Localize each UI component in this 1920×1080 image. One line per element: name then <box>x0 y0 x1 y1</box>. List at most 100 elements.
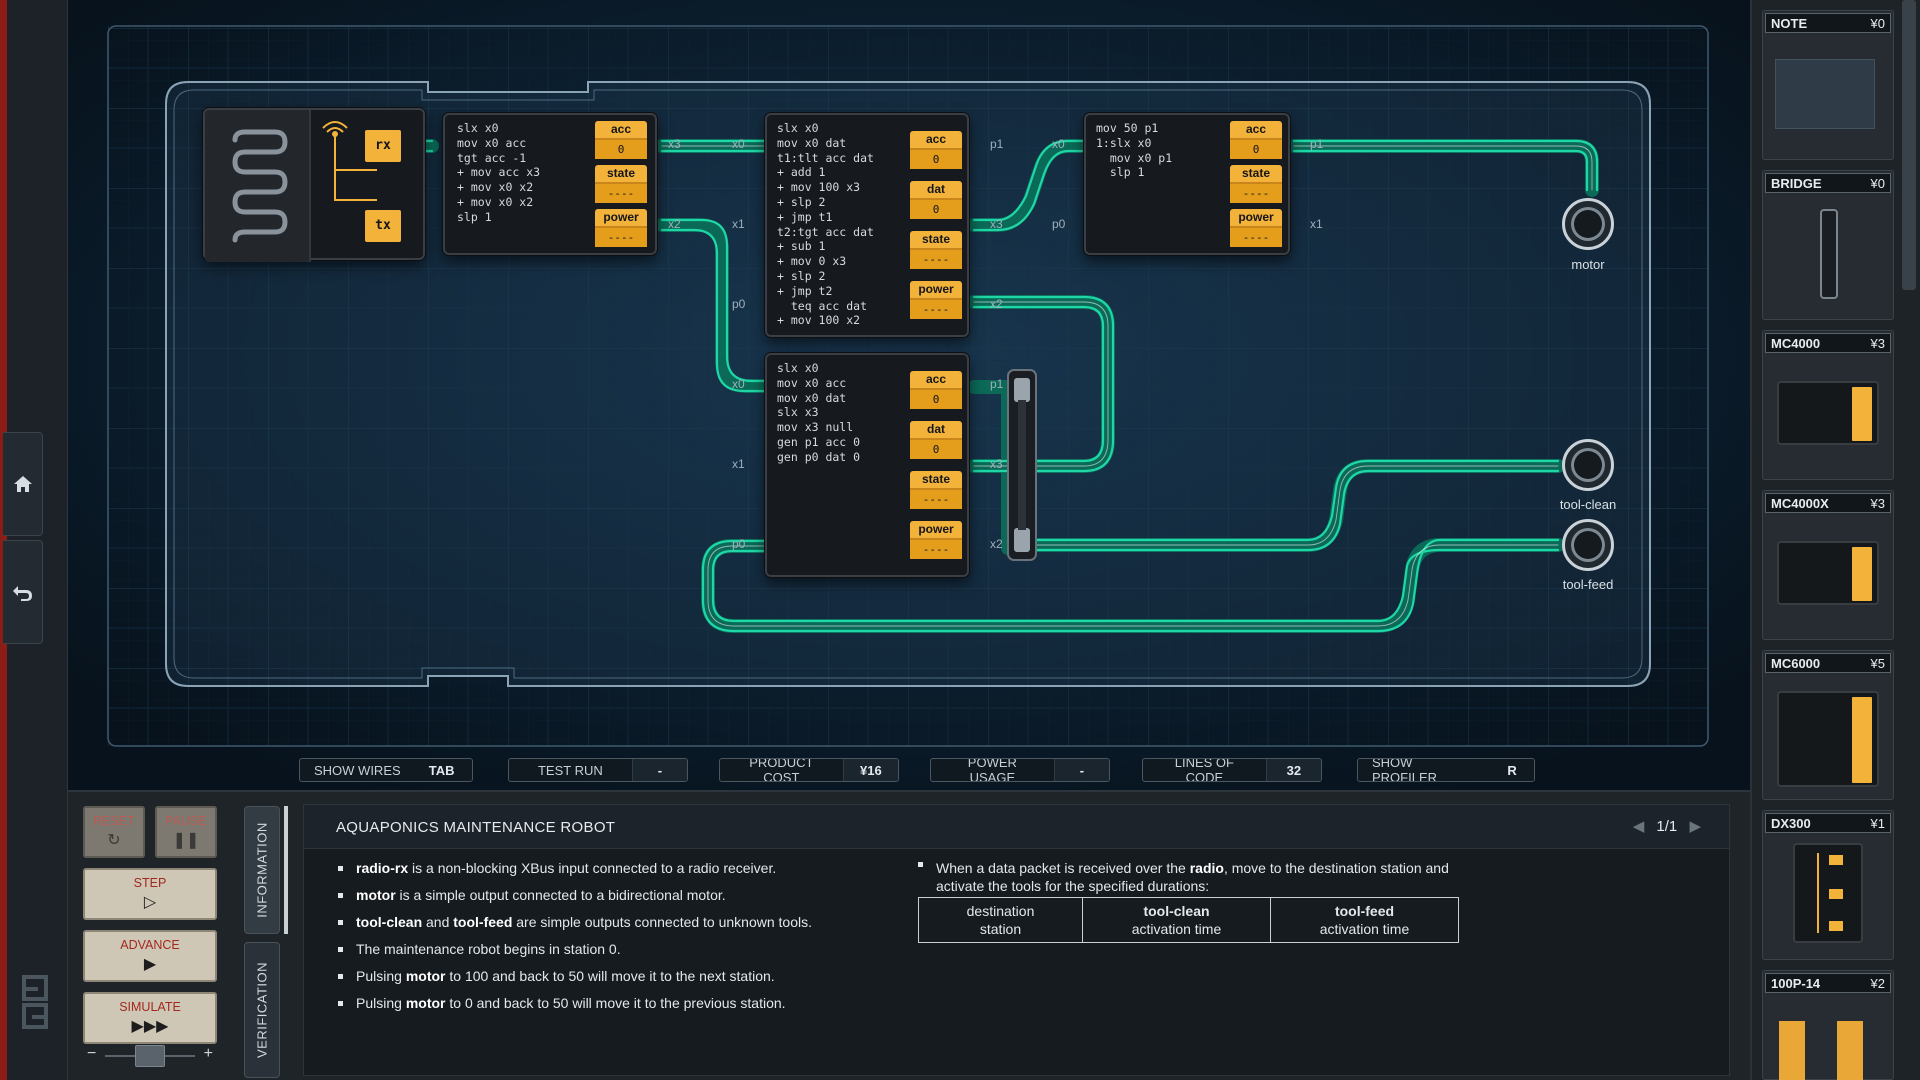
bullet: tool-clean and tool-feed are simple outp… <box>336 909 856 936</box>
mc6000-preview <box>1777 691 1879 787</box>
reg-value: ---- <box>910 538 962 559</box>
show-wires-button[interactable]: SHOW WIRES TAB <box>299 758 473 782</box>
cell-line2: activation time <box>1319 921 1410 937</box>
doc-title: AQUAPONICS MAINTENANCE ROBOT <box>336 819 616 836</box>
memory-preview <box>1837 1021 1863 1080</box>
reg-label: dat <box>927 422 945 436</box>
code-editor[interactable]: slx x0 mov x0 acc mov x0 dat slx x3 mov … <box>777 361 860 465</box>
simulate-button[interactable]: SIMULATE ▶▶▶ <box>83 992 217 1044</box>
bullet-text: to 100 and back to 50 will move it to th… <box>445 968 775 984</box>
bullet-bold: motor <box>356 887 396 903</box>
radio-chip[interactable]: rx tx <box>203 108 425 262</box>
pause-button[interactable]: PAUSE ❚❚ <box>155 806 217 858</box>
motor-label: motor <box>1571 257 1605 272</box>
simulate-icon: ▶▶▶ <box>131 1018 169 1035</box>
advance-button[interactable]: ADVANCE ▶ <box>83 930 217 982</box>
undo-button[interactable] <box>3 540 43 644</box>
tab-label: INFORMATION <box>254 822 270 918</box>
home-button[interactable] <box>3 432 43 536</box>
doc-bullets-right: When a data packet is received over the … <box>916 855 1476 895</box>
status-toolbar: SHOW WIRES TAB TEST RUN - PRODUCT COST ¥… <box>68 755 1750 785</box>
mc4000x-preview <box>1777 541 1879 605</box>
memory-preview <box>1779 1021 1805 1080</box>
dx300-preview <box>1793 843 1863 943</box>
reg-acc: acc 0 <box>910 371 962 409</box>
pin-p0-b: p0 <box>732 297 746 311</box>
doc-pager[interactable]: ◀ 1/1 ▶ <box>1633 817 1701 835</box>
mc4000-chip-a[interactable]: slx x0 mov x0 acc tgt acc -1 + mov acc x… <box>443 113 657 255</box>
rx-port[interactable]: rx <box>365 130 401 162</box>
bullet-text: is a simple output connected to a bidire… <box>395 887 726 903</box>
speed-slider[interactable]: − + <box>83 1045 217 1067</box>
reg-value: 0 <box>910 388 962 409</box>
bullet: Pulsing motor to 0 and back to 50 will m… <box>336 990 856 1017</box>
part-name: MC4000 <box>1771 335 1821 351</box>
next-page-icon[interactable]: ▶ <box>1689 818 1701 835</box>
reg-value: ---- <box>595 182 647 203</box>
show-profiler-button[interactable]: SHOW PROFILER R <box>1357 758 1535 782</box>
packet-format-table: destination station tool-clean activation … <box>918 897 1459 943</box>
speed-handle[interactable] <box>135 1045 165 1067</box>
part-mc6000[interactable]: MC6000 ¥5 <box>1762 650 1894 800</box>
motor-output[interactable] <box>1562 198 1614 250</box>
reg-label: acc <box>1245 122 1267 136</box>
tb-label: POWER USAGE <box>967 758 1017 782</box>
part-price: ¥0 <box>1870 175 1885 191</box>
pin-x1-d: x1 <box>732 457 745 471</box>
step-label: STEP <box>133 876 167 890</box>
prev-page-icon[interactable]: ◀ <box>1633 818 1645 835</box>
reg-value: 0 <box>1230 138 1282 159</box>
lines-of-code-readout: LINES OF CODE 32 <box>1142 758 1322 782</box>
reg-value: ---- <box>595 226 647 247</box>
undo-icon <box>12 586 32 601</box>
part-note[interactable]: NOTE ¥0 <box>1762 10 1894 160</box>
cell-line1: tool-clean <box>1143 903 1210 919</box>
mc6000-chip-d[interactable]: slx x0 mov x0 acc mov x0 dat slx x3 mov … <box>765 353 969 577</box>
mc4000-chip-c[interactable]: mov 50 p1 1:slx x0 mov x0 p1 slp 1 acc 0 … <box>1084 113 1290 255</box>
step-button[interactable]: STEP ▷ <box>83 868 217 920</box>
parts-scrollbar[interactable] <box>1902 0 1916 290</box>
doc-bullets-left: radio-rx is a non-blocking XBus input co… <box>336 855 856 1017</box>
bullet-text: Pulsing <box>356 968 406 984</box>
part-mc4000[interactable]: MC4000 ¥3 <box>1762 330 1894 480</box>
bullet-text: are simple outputs connected to unknown … <box>512 914 813 930</box>
speed-minus[interactable]: − <box>87 1045 96 1063</box>
tx-port[interactable]: tx <box>365 210 401 242</box>
part-header: NOTE ¥0 <box>1765 13 1891 33</box>
table-cell: tool-feed activation time <box>1270 897 1459 943</box>
reg-acc: acc 0 <box>595 121 647 159</box>
part-100p14[interactable]: 100P-14 ¥2 <box>1762 970 1894 1080</box>
tb-key: TAB <box>414 759 469 781</box>
part-mc4000x[interactable]: MC4000X ¥3 <box>1762 490 1894 640</box>
part-header: MC6000 ¥5 <box>1765 653 1891 673</box>
pin-p1-c: p1 <box>1310 137 1324 151</box>
pin-x3-b: x3 <box>990 217 1003 231</box>
part-name: DX300 <box>1771 815 1811 831</box>
tool-feed-output[interactable] <box>1562 519 1614 571</box>
reg-state: state ---- <box>595 165 647 203</box>
tab-information[interactable]: INFORMATION <box>244 806 280 934</box>
tab-verification[interactable]: VERIFICATION <box>244 942 280 1078</box>
table-cell: tool-clean activation time <box>1082 897 1271 943</box>
part-header: MC4000X ¥3 <box>1765 493 1891 513</box>
tool-clean-output[interactable] <box>1562 439 1614 491</box>
advance-icon: ▶ <box>143 956 157 973</box>
part-header: 100P-14 ¥2 <box>1765 973 1891 993</box>
part-name: BRIDGE <box>1771 175 1822 191</box>
circuit-board[interactable]: rx tx slx x0 mov x0 acc tgt acc -1 + mov… <box>68 0 1750 790</box>
speed-plus[interactable]: + <box>204 1045 213 1063</box>
code-editor[interactable]: slx x0 mov x0 acc tgt acc -1 + mov acc x… <box>457 121 540 225</box>
part-bridge[interactable]: BRIDGE ¥0 <box>1762 170 1894 320</box>
test-run-readout: TEST RUN - <box>508 758 688 782</box>
bullet: motor is a simple output connected to a … <box>336 882 856 909</box>
simulate-label: SIMULATE <box>119 1000 181 1014</box>
pin-x3-a: x3 <box>668 137 681 151</box>
part-dx300[interactable]: DX300 ¥1 <box>1762 810 1894 960</box>
code-editor[interactable]: mov 50 p1 1:slx x0 mov x0 p1 slp 1 <box>1096 121 1172 180</box>
pin-p0-d: p0 <box>732 537 746 551</box>
bullet-text: When a data packet is received over the <box>936 860 1190 876</box>
code-editor[interactable]: slx x0 mov x0 dat t1:tlt acc dat + add 1… <box>777 121 874 328</box>
reset-button[interactable]: RESET ↻ <box>83 806 145 858</box>
parts-list[interactable]: NOTE ¥0 BRIDGE ¥0 MC4000 ¥3 MC4000X ¥3 MC600… <box>1750 0 1920 1080</box>
mc6000-chip-b[interactable]: slx x0 mov x0 dat t1:tlt acc dat + add 1… <box>765 113 969 337</box>
